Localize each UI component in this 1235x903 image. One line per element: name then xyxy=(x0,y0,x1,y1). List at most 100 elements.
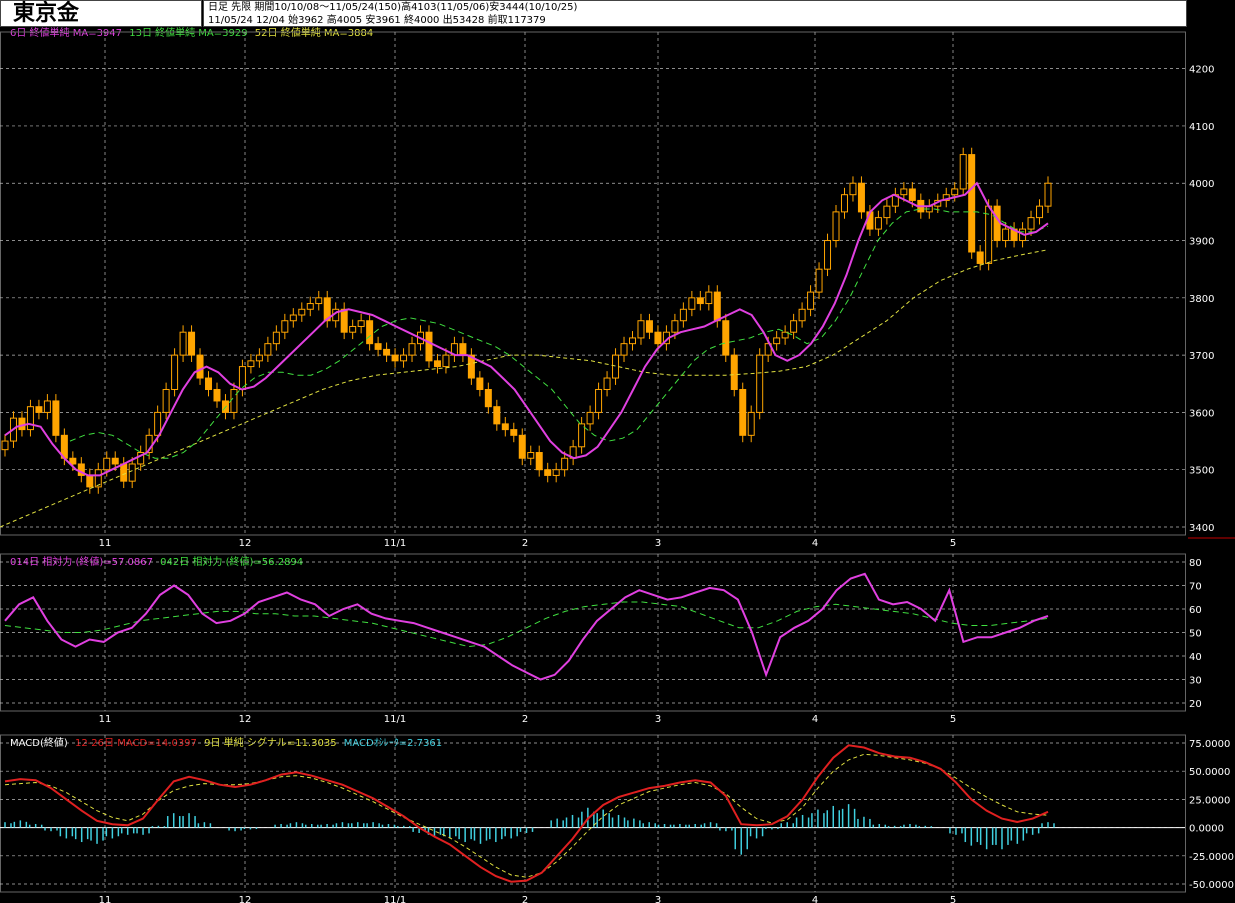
candle-body xyxy=(628,337,636,345)
candle-body xyxy=(281,320,289,333)
candle-body xyxy=(26,406,34,431)
candle-body xyxy=(298,308,306,316)
candle-body xyxy=(679,308,687,322)
rsi-x-tick-label: 4 xyxy=(812,714,818,725)
candle-body xyxy=(747,411,755,436)
price-y-tick-label: 3400 xyxy=(1189,523,1214,534)
candle-body xyxy=(815,268,823,293)
candle-body xyxy=(713,291,721,322)
macd-y-tick-label: 0.0000 xyxy=(1189,824,1224,835)
candle-body xyxy=(128,463,136,482)
ma52-line xyxy=(0,249,1049,528)
price-x-tick-label: 2 xyxy=(522,538,528,549)
rsi-x-tick-label: 11/1 xyxy=(384,714,406,725)
price-y-tick-label: 4200 xyxy=(1189,65,1214,76)
candle-body xyxy=(586,411,594,425)
ma13-line xyxy=(69,208,1049,459)
candle-body xyxy=(807,291,815,310)
candle-body xyxy=(52,400,60,436)
candle-body xyxy=(459,343,467,356)
rsi-x-tick-label: 2 xyxy=(522,714,528,725)
candle-body xyxy=(857,182,865,213)
candle-body xyxy=(790,320,798,333)
macd-y-tick-label: -50.0000 xyxy=(1189,880,1234,891)
rsi-y-tick-label: 40 xyxy=(1189,652,1202,663)
price-x-tick-label: 5 xyxy=(950,538,956,549)
candle-body xyxy=(1027,217,1035,230)
macd-x-tick-label: 12 xyxy=(239,895,252,903)
candle-body xyxy=(637,320,645,339)
macd-line xyxy=(4,744,1049,883)
candle-body xyxy=(162,388,170,413)
candle-body xyxy=(111,457,119,465)
candle-body xyxy=(603,377,611,390)
candle-body xyxy=(518,434,526,459)
candle-body xyxy=(196,354,204,379)
candle-body xyxy=(883,205,891,219)
candle-body xyxy=(391,354,399,362)
candle-body xyxy=(671,320,679,333)
candle-body xyxy=(561,457,569,471)
price-y-tick-label: 3700 xyxy=(1189,351,1214,362)
candle-body xyxy=(730,354,738,390)
candle-body xyxy=(501,423,509,431)
candle-body xyxy=(976,251,984,264)
rsi-x-tick-label: 5 xyxy=(950,714,956,725)
candle-body xyxy=(722,320,730,356)
price-x-tick-label: 11 xyxy=(99,538,112,549)
candle-body xyxy=(654,331,662,345)
candle-body xyxy=(433,360,441,368)
candle-body xyxy=(645,320,653,333)
candle-body xyxy=(595,388,603,413)
candle-body xyxy=(306,303,314,310)
candle-body xyxy=(289,314,297,322)
rsi-y-tick-label: 70 xyxy=(1189,582,1202,593)
candle-body xyxy=(705,291,713,305)
price-frame xyxy=(0,31,1186,536)
candle-body xyxy=(442,354,450,368)
candle-body xyxy=(832,211,840,242)
candle-body xyxy=(1036,205,1044,219)
price-x-tick-label: 4 xyxy=(812,538,818,549)
rsi-x-tick-label: 3 xyxy=(655,714,661,725)
candle-body xyxy=(120,463,128,482)
candle-body xyxy=(383,348,391,356)
price-y-tick-label: 3900 xyxy=(1189,237,1214,248)
macd-y-tick-label: 50.0000 xyxy=(1189,767,1230,778)
macd-x-tick-label: 11 xyxy=(99,895,112,903)
candle-body xyxy=(205,377,213,390)
rsi14-line xyxy=(4,572,1049,681)
chart-canvas: 3400 3500 3600 3700 3800 3900 4000 4100 4200 11 12… xyxy=(0,31,1235,903)
candle-body xyxy=(874,217,882,230)
candle-body xyxy=(985,205,993,264)
rsi-x-tick-label: 12 xyxy=(239,714,252,725)
candle-body xyxy=(696,297,704,305)
candle-body xyxy=(993,205,1001,242)
price-y-tick-label: 3500 xyxy=(1189,466,1214,477)
candle-body xyxy=(527,452,535,459)
osc-bars xyxy=(4,804,1055,855)
macd-y-tick-label: 25.0000 xyxy=(1189,795,1230,806)
candle-body xyxy=(340,308,348,333)
candle-body xyxy=(43,400,51,413)
candle-body xyxy=(171,354,179,390)
rsi-y-tick-label: 80 xyxy=(1189,558,1202,569)
candle-body xyxy=(620,343,628,356)
ma6-line xyxy=(4,181,1049,477)
candle-body xyxy=(900,188,908,196)
candle-body xyxy=(578,423,586,448)
price-y-tick-label: 3800 xyxy=(1189,294,1214,305)
candle-body xyxy=(552,469,560,476)
candle-body xyxy=(688,297,696,310)
candle-body xyxy=(230,388,238,413)
candle-body xyxy=(535,452,543,471)
candle-body xyxy=(357,320,365,327)
candles xyxy=(1,147,1052,494)
candle-body xyxy=(840,194,848,213)
candle-body xyxy=(255,354,263,362)
macd-x-tick-label: 11/1 xyxy=(384,895,406,903)
rsi-y-tick-label: 60 xyxy=(1189,605,1202,616)
candle-body xyxy=(18,417,26,431)
candle-body xyxy=(374,343,382,350)
candle-body xyxy=(510,429,518,436)
